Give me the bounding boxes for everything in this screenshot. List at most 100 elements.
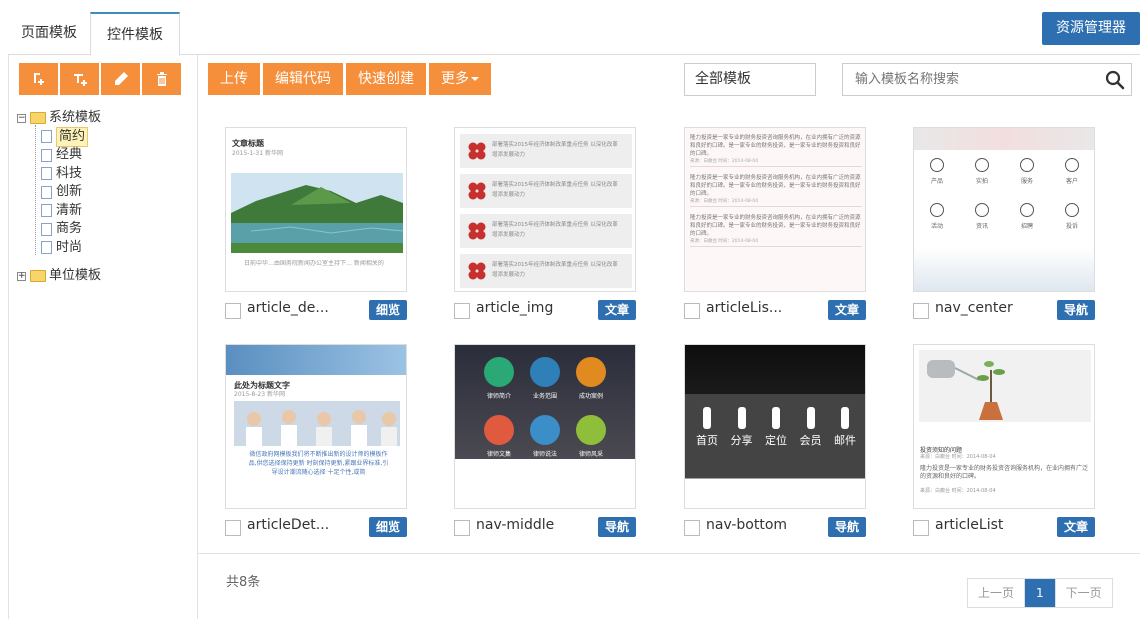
circle-menu-label: 业务范围	[532, 393, 557, 400]
template-name: articleList	[935, 517, 1004, 533]
template-name: articleLis...	[706, 300, 783, 316]
template-card[interactable]: 隆力投资是一家专业的财务投资咨询服务机构，在业内拥有广泛的资源和良好的口碑。是一…	[684, 127, 866, 320]
select-checkbox[interactable]	[225, 303, 241, 319]
template-name: article_img	[476, 300, 554, 316]
more-button[interactable]: 更多	[429, 63, 491, 95]
quick-create-button[interactable]: 快速创建	[346, 63, 426, 95]
tree-item-shangwu[interactable]: 商务	[41, 220, 101, 239]
left-panel: − 系统模板 简约 经典 科技 创新 清新 商务 时尚 + 单位模板	[8, 55, 198, 619]
outline-icon	[1020, 203, 1034, 217]
tree-item-keji[interactable]: 科技	[41, 165, 101, 184]
banner-image	[914, 128, 1094, 150]
thumb-list-text: 部署落实2015年经济体制改革重点任务 以深化改革	[492, 262, 618, 268]
thumb-list-text: 增添发展动力	[492, 272, 526, 278]
prev-page-button[interactable]: 上一页	[968, 579, 1025, 607]
top-tab-bar: 页面模板 控件模板 资源管理器	[8, 12, 1140, 56]
select-checkbox[interactable]	[913, 520, 929, 536]
thumb-text-block: 隆力投资是一家专业的财务投资咨询服务机构，在业内拥有广泛的资源和良好的口碑。是一…	[690, 134, 862, 167]
add-sub-button[interactable]	[60, 63, 99, 95]
total-count: 共8条	[226, 575, 261, 590]
tree-root-system[interactable]: − 系统模板	[17, 109, 101, 128]
search-box	[842, 63, 1132, 96]
clover-icon	[468, 262, 486, 280]
nav-glyph-icon	[772, 407, 780, 429]
next-page-button[interactable]: 下一页	[1054, 579, 1112, 607]
people-image	[234, 401, 400, 446]
template-type-badge: 导航	[597, 517, 636, 537]
circle-menu: 律师简介 业务范围 成功案例 律师文集 律师说法 律师风采	[455, 345, 635, 480]
search-icon[interactable]	[1105, 70, 1125, 90]
thumb-list-text: 部署落实2015年经济体制改革重点任务 以深化改革	[492, 222, 618, 228]
tab-control-templates[interactable]: 控件模板	[90, 12, 180, 56]
template-card[interactable]: 律师简介 业务范围 成功案例 律师文集 律师说法 律师风采 nav-middle 导航	[454, 344, 636, 537]
tree-root-unit[interactable]: + 单位模板	[17, 267, 101, 286]
template-thumbnail[interactable]: 投资须知的问题 来源：白癜台 时间：2014-08-04 隆力投资是一家专业的财…	[913, 344, 1095, 509]
template-thumbnail[interactable]: 产品 实拍 服务 客户 活动 资讯 招聘 投诉	[913, 127, 1095, 292]
template-name: articleDet...	[247, 517, 330, 533]
collapse-icon[interactable]: −	[17, 113, 26, 123]
template-card[interactable]: 投资须知的问题 来源：白癜台 时间：2014-08-04 隆力投资是一家专业的财…	[913, 344, 1095, 537]
thumb-list-row: 部署落实2015年经济体制改革重点任务 以深化改革 增添发展动力	[460, 174, 632, 208]
folder-icon	[30, 112, 46, 125]
tree-label: 商务	[56, 221, 83, 236]
tree-label: 系统模板	[49, 110, 102, 125]
template-card[interactable]: 此处为标题文字 2015-8-23 新华网 微信政府网模板我们将不断推出新的设计…	[225, 344, 407, 537]
template-card[interactable]: 首页 分享 定位 会员 邮件 nav-bottom 导航	[684, 344, 866, 537]
clover-icon	[468, 182, 486, 200]
bottom-nav-item: 邮件	[831, 407, 859, 477]
tree-item-shishang[interactable]: 时尚	[41, 239, 101, 258]
expand-icon[interactable]: +	[17, 271, 26, 281]
nav-grid-item: 活动	[919, 203, 955, 230]
thumb-text: 隆力投资是一家专业的财务投资咨询服务机构，在业内拥有广泛的资源和良好的口碑。是一…	[690, 215, 861, 237]
circle-icon	[484, 415, 514, 445]
template-thumbnail[interactable]: 律师简介 业务范围 成功案例 律师文集 律师说法 律师风采	[454, 344, 636, 509]
template-card[interactable]: 文章标题 2015-1-31 新华网 日前中华…由国务院新闻办公室主持下… 新闻…	[225, 127, 407, 320]
delete-button[interactable]	[142, 63, 181, 95]
upload-button[interactable]: 上传	[208, 63, 260, 95]
nav-grid-label: 产品	[930, 178, 943, 185]
template-thumbnail[interactable]: 首页 分享 定位 会员 邮件	[684, 344, 866, 509]
tab-page-templates[interactable]: 页面模板	[8, 12, 90, 55]
bottom-nav-label: 定位	[765, 434, 787, 447]
select-checkbox[interactable]	[225, 520, 241, 536]
select-checkbox[interactable]	[684, 520, 700, 536]
select-checkbox[interactable]	[684, 303, 700, 319]
select-checkbox[interactable]	[913, 303, 929, 319]
template-thumbnail[interactable]: 部署落实2015年经济体制改革重点任务 以深化改革 增添发展动力部署落实2015年…	[454, 127, 636, 292]
divider	[198, 553, 1140, 554]
template-type-badge: 细览	[368, 517, 407, 537]
template-type-badge: 文章	[827, 300, 866, 320]
template-card[interactable]: 产品 实拍 服务 客户 活动 资讯 招聘 投诉 nav_center 导航	[913, 127, 1095, 320]
tree-item-jingdian[interactable]: 经典	[41, 146, 101, 165]
select-checkbox[interactable]	[454, 520, 470, 536]
file-icon	[41, 130, 52, 144]
search-input[interactable]	[843, 64, 1093, 95]
add-item-button[interactable]	[19, 63, 58, 95]
thumb-meta: 来源：白癜台 时间：2014-08-04	[920, 454, 996, 460]
template-thumbnail[interactable]: 隆力投资是一家专业的财务投资咨询服务机构，在业内拥有广泛的资源和良好的口碑。是一…	[684, 127, 866, 292]
edit-code-button[interactable]: 编辑代码	[263, 63, 343, 95]
folder-icon	[30, 270, 46, 283]
page-number-button[interactable]: 1	[1024, 579, 1055, 607]
tree-item-qingxin[interactable]: 清新	[41, 202, 101, 221]
clover-icon	[468, 142, 486, 160]
template-card[interactable]: 部署落实2015年经济体制改革重点任务 以深化改革 增添发展动力部署落实2015年…	[454, 127, 636, 320]
nav-grid-label: 资讯	[975, 223, 988, 230]
tree-item-chuangxin[interactable]: 创新	[41, 183, 101, 202]
bottom-nav: 首页 分享 定位 会员 邮件	[693, 407, 859, 477]
select-checkbox[interactable]	[454, 303, 470, 319]
template-name: nav_center	[935, 300, 1013, 316]
nav-glyph-icon	[806, 407, 815, 429]
caret-down-icon	[471, 77, 479, 81]
template-thumbnail[interactable]: 此处为标题文字 2015-8-23 新华网 微信政府网模板我们将不断推出新的设计…	[225, 344, 407, 509]
tree-item-jianyue[interactable]: 简约	[41, 126, 101, 147]
template-thumbnail[interactable]: 文章标题 2015-1-31 新华网 日前中华…由国务院新闻办公室主持下… 新闻…	[225, 127, 407, 292]
bottom-nav-label: 首页	[696, 434, 718, 447]
thumb-meta: 来源：白癜台 时间：2014-08-04	[690, 238, 862, 247]
thumb-meta: 2015-1-31 新华网	[232, 150, 283, 157]
edit-button[interactable]	[101, 63, 140, 95]
more-label: 更多	[441, 71, 469, 87]
file-icon	[41, 167, 52, 181]
resource-manager-button[interactable]: 资源管理器	[1042, 12, 1140, 45]
template-filter-select[interactable]: 全部模板	[684, 63, 816, 96]
